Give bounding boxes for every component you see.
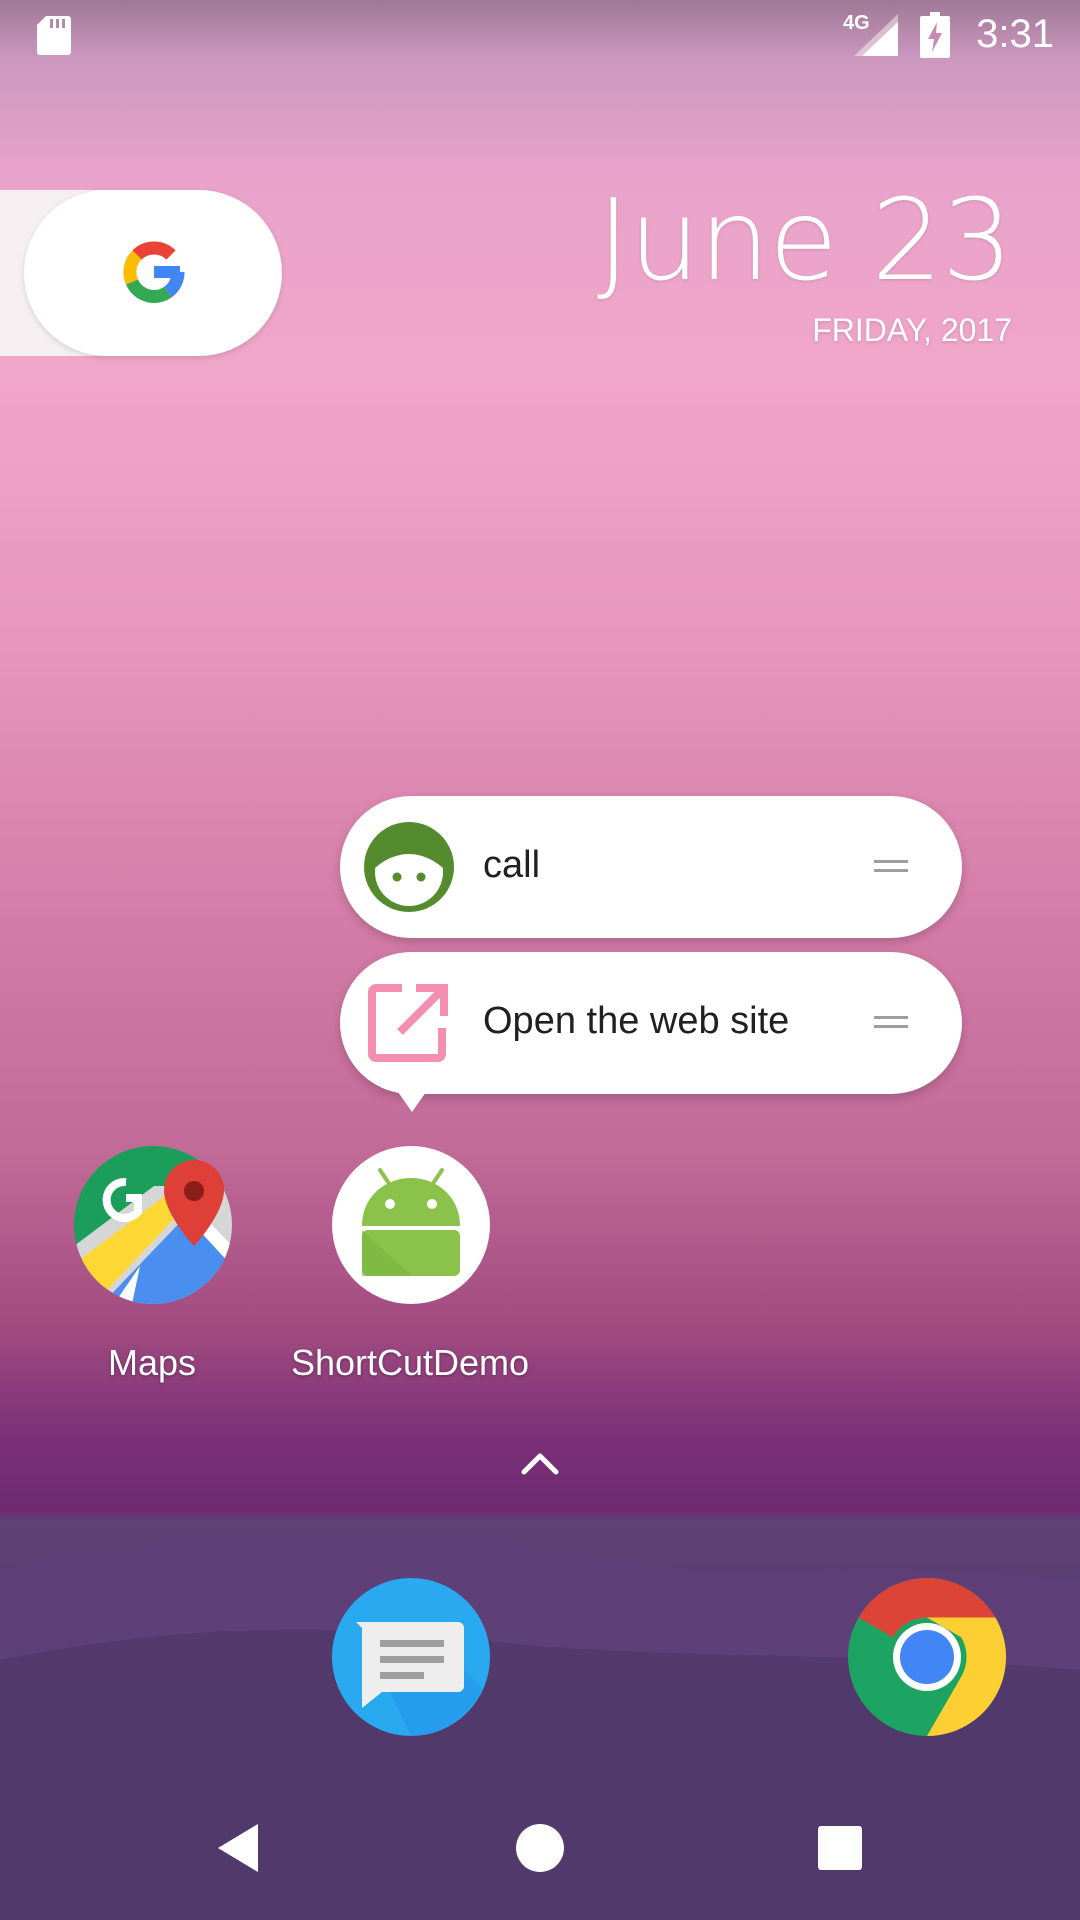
- android-icon: [332, 1146, 490, 1304]
- shortcut-call[interactable]: call: [340, 796, 962, 938]
- app-maps-label: Maps: [107, 1342, 197, 1383]
- shortcut-web-label: Open the web site: [483, 1000, 790, 1042]
- date-widget-weekday-year: FRIDAY, 2017: [812, 312, 1012, 348]
- shortcut-call-label: call: [483, 844, 541, 886]
- battery-charging-icon: [920, 12, 950, 58]
- network-type-label: 4G: [843, 12, 870, 34]
- popup-pointer: [398, 1092, 426, 1112]
- shortcut-open-web-site[interactable]: Open the web site: [340, 952, 962, 1094]
- maps-icon: [74, 1146, 232, 1304]
- nav-back-icon[interactable]: [208, 1816, 272, 1880]
- nav-home-icon[interactable]: [508, 1816, 572, 1880]
- app-shortcutdemo[interactable]: ShortCutDemo: [280, 1146, 540, 1396]
- date-widget-date[interactable]: June 23: [597, 176, 1013, 306]
- status-clock: 3:31: [976, 12, 1054, 56]
- google-logo-icon: [123, 241, 185, 303]
- sd-card-icon: [37, 16, 71, 55]
- face-icon: [364, 822, 454, 912]
- app-shortcutdemo-label: ShortCutDemo: [290, 1342, 530, 1383]
- chrome-icon[interactable]: [848, 1578, 1006, 1736]
- app-drawer-arrow-icon[interactable]: [520, 1448, 560, 1476]
- status-bar: 4G 3:31: [0, 0, 1080, 72]
- messages-icon[interactable]: [332, 1578, 490, 1736]
- nav-recents-icon[interactable]: [808, 1816, 872, 1880]
- open-external-icon: [368, 984, 448, 1062]
- drag-handle-icon[interactable]: [874, 1012, 908, 1032]
- app-maps[interactable]: Maps: [22, 1146, 282, 1396]
- drag-handle-icon[interactable]: [874, 856, 908, 876]
